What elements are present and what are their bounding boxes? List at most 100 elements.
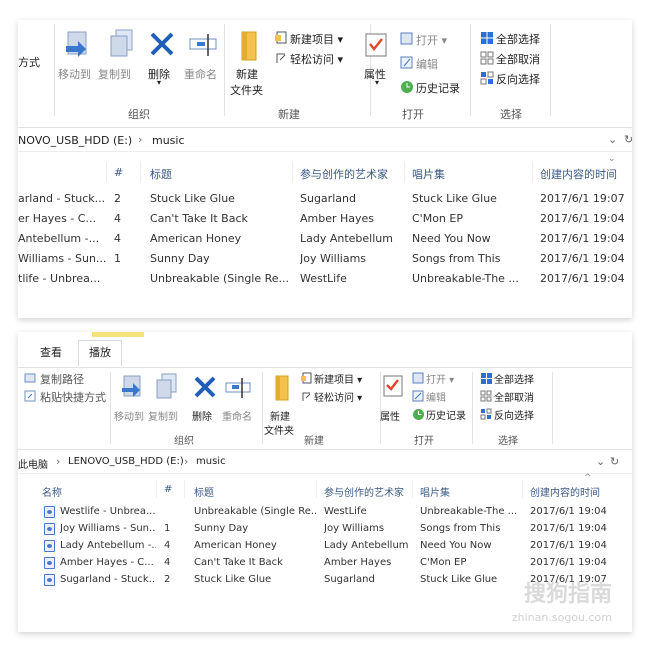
column-header-created[interactable]: 创建内容的时间 <box>530 484 600 499</box>
column-header-number[interactable]: # <box>164 484 172 495</box>
select-all-button[interactable]: 全部选择 <box>494 371 534 386</box>
column-header-album[interactable]: 唱片集 <box>420 484 450 499</box>
select-none-button[interactable]: 全部取消 <box>494 389 534 404</box>
file-name[interactable]: Amber Hayes - C... <box>60 557 156 568</box>
file-name[interactable]: Sugarland - Stuck... <box>60 574 156 585</box>
music-file-icon[interactable] <box>44 523 55 535</box>
move-to-button[interactable]: 移动到 <box>58 66 91 82</box>
file-name[interactable]: er Hayes - C... <box>18 212 106 225</box>
column-divider[interactable] <box>106 162 107 182</box>
tab-play[interactable]: 播放 <box>78 340 122 366</box>
select-none-icon[interactable] <box>480 51 494 65</box>
properties-icon[interactable] <box>364 32 388 60</box>
select-none-button[interactable]: 全部取消 <box>496 51 540 67</box>
invert-selection-button[interactable]: 反向选择 <box>496 71 540 87</box>
address-bar[interactable]: NOVO_USB_HDD (E:) › music ⌄ ↻ <box>18 130 632 152</box>
paste-shortcut-button[interactable]: 粘贴快捷方式 <box>40 389 106 405</box>
breadcrumb-chevron-icon[interactable]: › <box>56 455 60 468</box>
edit-icon[interactable] <box>412 390 424 402</box>
move-to-icon[interactable] <box>64 30 92 60</box>
invert-selection-icon[interactable] <box>480 71 494 85</box>
new-folder-button[interactable]: 新建 <box>236 66 258 82</box>
address-dropdown-icon[interactable]: ⌄ <box>596 455 605 468</box>
address-bar[interactable]: 此电脑 › LENOVO_USB_HDD (E:) › music ⌄ ↻ <box>18 452 632 474</box>
column-divider[interactable] <box>522 480 523 498</box>
edit-icon[interactable] <box>400 56 413 69</box>
select-none-icon[interactable] <box>480 390 493 403</box>
properties-icon[interactable] <box>382 374 404 400</box>
breadcrumb-chevron-icon[interactable]: › <box>138 133 142 146</box>
open-button[interactable]: 打开 ▾ <box>426 371 454 386</box>
rename-button[interactable]: 重命名 <box>222 408 252 423</box>
column-header-artist[interactable]: 参与创作的艺术家 <box>300 166 388 182</box>
rename-button[interactable]: 重命名 <box>184 66 217 82</box>
delete-icon[interactable] <box>148 30 176 58</box>
easy-access-button[interactable]: 轻松访问 ▾ <box>290 51 343 67</box>
open-icon[interactable] <box>412 372 424 384</box>
file-name[interactable]: Lady Antebellum -... <box>60 540 156 551</box>
invert-selection-button[interactable]: 反向选择 <box>494 407 534 422</box>
column-header-name[interactable]: 名称 <box>42 484 62 499</box>
delete-button[interactable]: 删除 <box>192 408 212 423</box>
copy-path-icon[interactable] <box>24 372 36 384</box>
invert-selection-icon[interactable] <box>480 408 493 421</box>
column-divider[interactable] <box>316 480 317 498</box>
file-name[interactable]: Antebellum -... <box>18 232 106 245</box>
history-button[interactable]: 历史记录 <box>426 407 466 422</box>
edit-button[interactable]: 编辑 <box>426 389 446 404</box>
file-name[interactable]: tlife - Unbrea... <box>18 272 106 285</box>
breadcrumb-folder[interactable]: music <box>152 134 185 147</box>
refresh-icon[interactable]: ↻ <box>624 133 632 146</box>
new-item-button[interactable]: 新建项目 ▾ <box>290 31 343 47</box>
properties-button[interactable]: 属性 <box>380 408 400 423</box>
column-header-created[interactable]: 创建内容的时间 <box>540 166 617 182</box>
column-header-title[interactable]: 标题 <box>150 166 172 182</box>
breadcrumb-drive[interactable]: NOVO_USB_HDD (E:) <box>18 134 132 147</box>
column-divider[interactable] <box>404 162 405 182</box>
new-folder-icon[interactable] <box>240 30 260 62</box>
breadcrumb-folder[interactable]: music <box>196 456 226 467</box>
copy-to-icon[interactable] <box>108 28 136 60</box>
open-button[interactable]: 打开 ▾ <box>416 32 447 48</box>
easy-access-icon[interactable] <box>274 51 288 65</box>
ribbon-method-label[interactable]: 方式 <box>18 54 40 70</box>
easy-access-button[interactable]: 轻松访问 ▾ <box>314 389 362 404</box>
music-file-icon[interactable] <box>44 506 55 518</box>
address-dropdown-icon[interactable]: ⌄ <box>608 133 617 146</box>
column-divider[interactable] <box>140 162 141 182</box>
properties-dropdown-icon[interactable]: ▾ <box>375 78 379 87</box>
column-header-album[interactable]: 唱片集 <box>412 166 445 182</box>
select-all-icon[interactable] <box>480 372 493 385</box>
column-divider[interactable] <box>292 162 293 182</box>
breadcrumb-drive[interactable]: LENOVO_USB_HDD (E:) <box>68 456 184 467</box>
history-icon[interactable] <box>412 408 425 421</box>
tab-view[interactable]: 查看 <box>40 344 62 360</box>
file-name[interactable]: Joy Williams - Sun... <box>60 523 156 534</box>
music-file-icon[interactable] <box>44 574 55 586</box>
music-file-icon[interactable] <box>44 540 55 552</box>
history-icon[interactable] <box>400 80 414 94</box>
new-folder-button[interactable]: 新建 <box>270 408 290 423</box>
new-item-button[interactable]: 新建项目 ▾ <box>314 371 362 386</box>
delete-icon[interactable] <box>192 374 218 400</box>
easy-access-icon[interactable] <box>300 390 313 403</box>
refresh-icon[interactable]: ↻ <box>610 455 619 468</box>
column-divider[interactable] <box>184 480 185 498</box>
column-header-artist[interactable]: 参与创作的艺术家 <box>324 484 404 499</box>
select-all-button[interactable]: 全部选择 <box>496 31 540 47</box>
copy-path-button[interactable]: 复制路径 <box>40 371 84 387</box>
rename-icon[interactable] <box>188 32 218 58</box>
edit-button[interactable]: 编辑 <box>416 56 438 72</box>
column-header-number[interactable]: # <box>114 166 123 179</box>
move-to-button[interactable]: 移动到 <box>114 408 144 423</box>
column-divider[interactable] <box>412 480 413 498</box>
copy-to-button[interactable]: 复制到 <box>98 66 131 82</box>
column-divider[interactable] <box>156 480 157 498</box>
column-header-title[interactable]: 标题 <box>194 484 214 499</box>
breadcrumb-chevron-icon[interactable]: › <box>184 455 188 468</box>
breadcrumb-this-pc[interactable]: 此电脑 <box>18 456 48 471</box>
column-divider[interactable] <box>532 162 533 182</box>
file-name[interactable]: arland - Stuck... <box>18 192 106 205</box>
select-all-icon[interactable] <box>480 31 494 45</box>
copy-to-button[interactable]: 复制到 <box>148 408 178 423</box>
